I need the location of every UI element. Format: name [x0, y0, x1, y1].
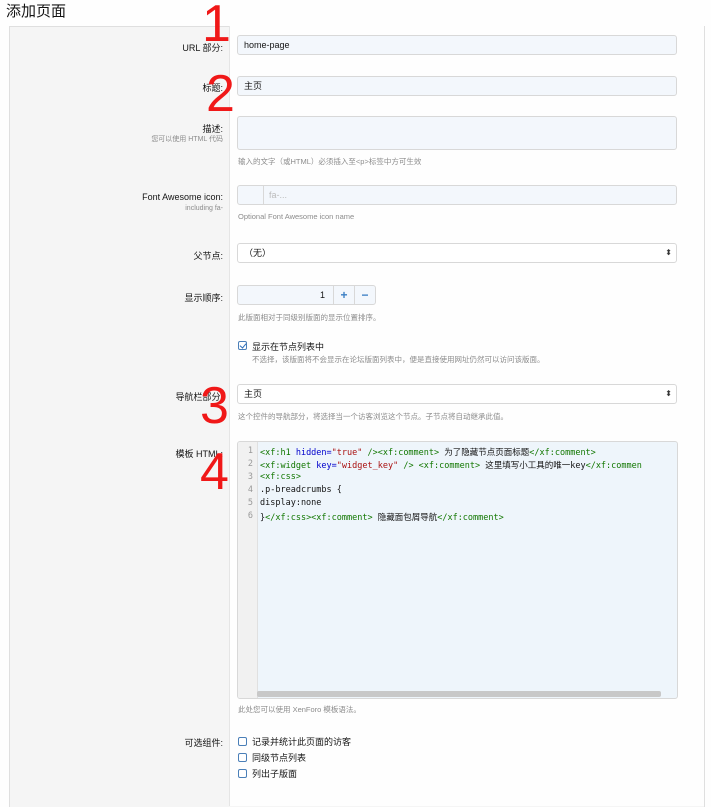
annotation-number-4: 4: [200, 443, 229, 501]
code-line-6: }</xf:css><xf:comment> 隐藏面包屑导航</xf:comme…: [260, 511, 504, 523]
line-number: 2: [247, 459, 253, 469]
description-side-hint: 您可以使用 HTML 代码: [151, 136, 223, 143]
code-line-3: <xf:css>: [260, 472, 301, 482]
code-token: </xf:commen: [585, 461, 642, 471]
code-token: hidden=: [295, 448, 332, 458]
code-token: 隐藏面包屑导航: [372, 513, 438, 523]
option-label-children[interactable]: 列出子版面: [252, 767, 297, 780]
nav-section-select[interactable]: 主页 ⬍: [237, 384, 677, 404]
line-number: 6: [247, 511, 253, 521]
annotation-number-3: 3: [200, 377, 229, 435]
nav-section-value: 主页: [244, 389, 263, 399]
parent-label: 父节点:: [193, 251, 223, 261]
code-token: <xf:css>: [260, 472, 301, 482]
code-token: /><xf:comment>: [362, 448, 440, 458]
icon-input[interactable]: fa-...: [237, 185, 677, 205]
show-in-list-checkbox[interactable]: [238, 341, 247, 350]
option-checkbox-visitors[interactable]: [238, 737, 247, 746]
page-title: 添加页面: [6, 3, 67, 20]
order-label: 显示顺序:: [184, 293, 223, 303]
select-arrows-icon: ⬍: [665, 248, 672, 257]
line-number: 5: [247, 498, 253, 508]
option-checkbox-siblings[interactable]: [238, 753, 247, 762]
decrement-button[interactable]: −: [354, 286, 375, 304]
icon-hint: Optional Font Awesome icon name: [238, 212, 355, 221]
option-label-siblings[interactable]: 同级节点列表: [252, 751, 306, 764]
annotation-number-2: 2: [206, 65, 235, 123]
line-number: 4: [247, 485, 253, 495]
line-number-gutter: 1 2 3 4 5 6: [238, 442, 258, 698]
icon-placeholder: fa-...: [269, 190, 288, 200]
option-label-visitors[interactable]: 记录并统计此页面的访客: [252, 735, 351, 748]
nav-section-hint: 这个控件的导航部分，将选择当一个访客浏览这个节点。子节点将自动继承此值。: [238, 412, 508, 421]
template-code-editor[interactable]: 1 2 3 4 5 6 <xf:h1 hidden="true" /><xf:c…: [237, 441, 678, 699]
increment-button[interactable]: +: [333, 286, 354, 304]
code-token: "true": [331, 448, 363, 458]
parent-select[interactable]: （无） ⬍: [237, 243, 677, 263]
order-value[interactable]: 1: [320, 286, 325, 304]
icon-label: Font Awesome icon:: [142, 192, 223, 202]
order-hint: 此版面相对于同级别版面的显示位置排序。: [238, 313, 381, 322]
code-token: "widget_key": [336, 461, 399, 471]
option-checkbox-children[interactable]: [238, 769, 247, 778]
code-token: </xf:comment>: [437, 513, 504, 523]
icon-preview: [238, 186, 264, 204]
code-line-4: .p-breadcrumbs {: [260, 485, 342, 495]
code-token: 这里填写小工具的唯一key: [480, 461, 586, 471]
title-input[interactable]: 主页: [237, 76, 677, 96]
select-arrows-icon: ⬍: [665, 389, 672, 398]
annotation-number-1: 1: [202, 0, 231, 53]
icon-side-hint: including fa-: [185, 205, 223, 212]
code-token: <xf:widget: [260, 461, 317, 471]
description-hint: 输入的文字（或HTML）必须插入至<p>标签中方可生效: [238, 157, 422, 166]
show-in-list-label[interactable]: 显示在节点列表中: [252, 340, 324, 353]
template-hint: 此处您可以使用 XenForo 模板语法。: [238, 705, 361, 714]
order-stepper[interactable]: 1 + −: [237, 285, 376, 305]
code-token: 为了隐藏节点页面标题: [439, 448, 530, 458]
code-token: </xf:css><xf:comment>: [265, 513, 373, 523]
parent-select-value: （无）: [244, 248, 272, 258]
code-token: </xf:comment>: [529, 448, 596, 458]
description-textarea[interactable]: [237, 116, 677, 150]
code-token: /> <xf:comment>: [398, 461, 481, 471]
horizontal-scrollbar[interactable]: [257, 691, 661, 697]
line-number: 1: [247, 446, 253, 456]
options-label: 可选组件:: [184, 738, 223, 748]
line-number: 3: [247, 472, 253, 482]
show-in-list-desc: 不选择，该版面将不会显示在论坛版面列表中，便是直接使用网址仍然可以访问该版面。: [252, 355, 545, 364]
code-line-5: display:none: [260, 498, 322, 508]
url-input[interactable]: home-page: [237, 35, 677, 55]
code-line-1: <xf:h1 hidden="true" /><xf:comment> 为了隐藏…: [260, 446, 596, 458]
code-token: key=: [316, 461, 337, 471]
code-token: <xf:h1: [260, 448, 296, 458]
code-line-2: <xf:widget key="widget_key" /> <xf:comme…: [260, 459, 642, 471]
